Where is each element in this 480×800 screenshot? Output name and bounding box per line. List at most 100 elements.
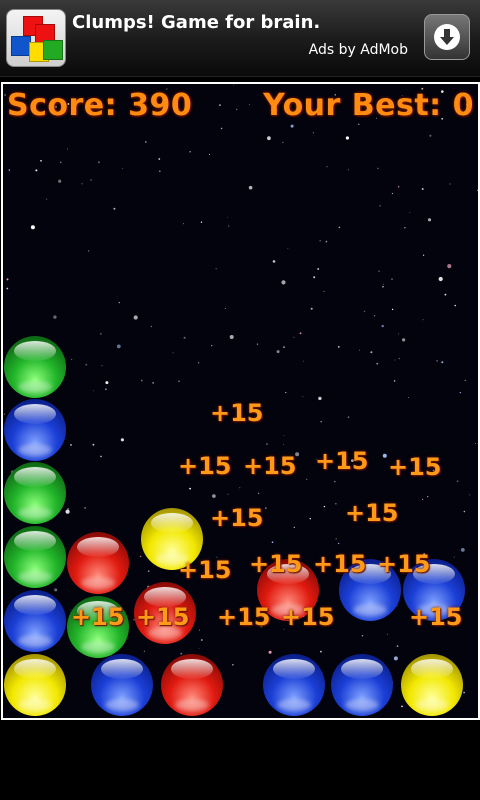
star [105,388,107,391]
ball-blue[interactable] [91,654,153,716]
star [105,381,109,385]
star [293,526,295,529]
star [429,134,432,137]
star [101,365,103,367]
star [377,167,379,169]
star [476,189,478,192]
star [391,278,393,281]
star [85,363,88,366]
score-display: Score: 390 [7,88,193,123]
star [382,286,384,288]
star [312,132,314,134]
ad-banner[interactable]: Clumps! Game for brain. Ads by AdMob [0,0,480,77]
star [370,351,373,354]
star [422,319,424,321]
points-popup: +15 [210,504,264,532]
star [100,455,102,458]
star [6,278,9,281]
star [323,290,325,293]
star [189,487,192,490]
star [282,141,284,143]
star [306,478,308,480]
star [81,183,83,185]
star [140,379,143,382]
star [3,413,5,415]
star [441,361,444,364]
star [454,304,457,307]
ball-yellow[interactable] [4,654,66,716]
star [347,169,350,171]
star [54,588,58,592]
star [374,315,376,317]
star [147,570,150,572]
star [323,505,326,508]
star [145,141,147,143]
star [35,169,38,172]
points-popup: +15 [315,447,369,475]
star [313,276,316,279]
star [302,396,304,398]
ball-blue[interactable] [331,654,393,716]
ball-blue[interactable] [263,654,325,716]
star [232,664,234,666]
star [172,352,174,354]
star [158,158,161,160]
ball-green[interactable] [4,336,66,398]
star [325,240,328,243]
star [404,227,406,229]
star [283,346,285,348]
ball-red[interactable] [161,654,223,716]
points-popup: +15 [178,556,232,584]
star [116,344,121,349]
colored-cubes-icon[interactable] [6,9,66,67]
star [189,151,191,153]
star [460,548,465,552]
star [87,250,90,252]
star [379,205,381,207]
download-circle [434,24,460,50]
star [71,358,73,360]
star [150,325,153,328]
game-board[interactable]: Score: 390 Your Best: 0 +15 +15 +15 +15 … [1,82,480,720]
points-popup: +15 [136,603,190,631]
star [53,315,57,319]
star [391,308,394,311]
star [256,343,259,345]
star [475,443,476,444]
star [122,167,123,169]
star [227,217,228,218]
points-popup: +15 [243,452,297,480]
download-arrow-icon[interactable] [424,14,470,60]
star [378,270,380,272]
star [8,169,11,171]
best-score-display: Your Best: 0 [263,88,474,123]
star [376,362,379,365]
ball-green[interactable] [4,526,66,588]
ball-red[interactable] [67,532,129,594]
star [393,380,396,382]
star [320,421,322,423]
star [287,248,289,249]
star [198,629,201,631]
star [319,240,321,242]
points-popup: +15 [210,399,264,427]
star [383,284,384,286]
ball-green[interactable] [4,462,66,524]
points-popup: +15 [249,550,303,578]
ball-yellow[interactable] [401,654,463,716]
star [436,360,438,362]
star [345,136,349,140]
star [58,179,62,183]
star [469,494,471,496]
star [438,276,443,282]
ad-title[interactable]: Clumps! Game for brain. [72,12,320,33]
star [258,492,260,494]
star [299,332,302,335]
star [220,127,223,130]
star [98,161,100,164]
ball-blue[interactable] [4,590,66,652]
star [393,656,398,661]
star [407,397,409,398]
star [65,509,70,514]
ball-blue[interactable] [4,399,66,461]
